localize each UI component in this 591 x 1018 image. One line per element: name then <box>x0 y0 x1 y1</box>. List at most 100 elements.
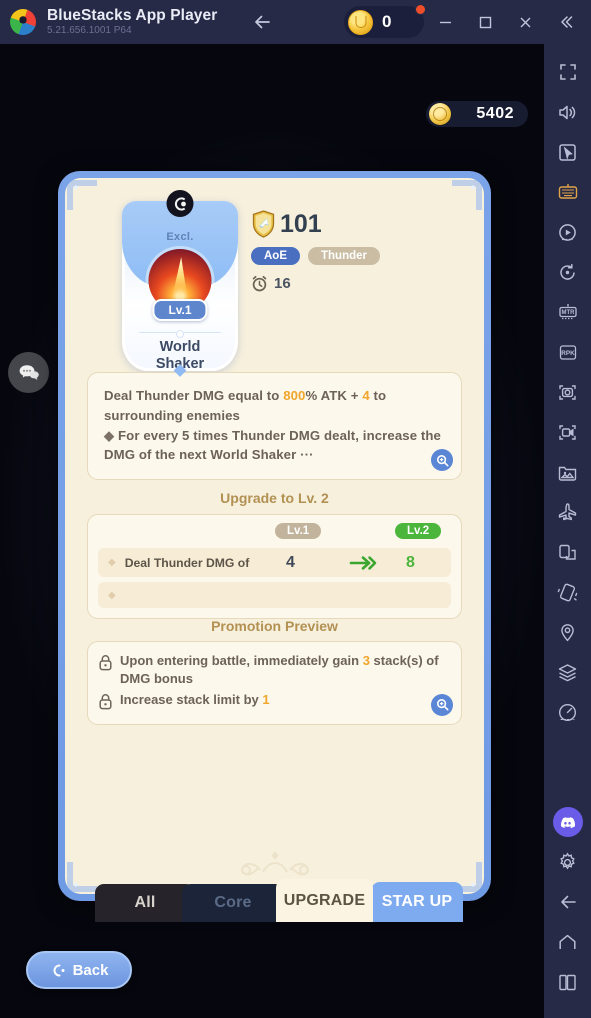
upgrade-panel: Lv.1 Lv.2 ◆ Deal Thunder DMG of 4 8 ◆ <box>87 514 462 619</box>
bullet-diamond-icon: ◆ <box>104 427 115 443</box>
skill-level-badge: Lv.1 <box>152 299 208 321</box>
android-back-icon[interactable] <box>548 882 588 922</box>
magnifier-icon <box>436 454 448 467</box>
volume-icon[interactable] <box>548 92 588 132</box>
row-bullet-icon: ◆ <box>108 589 116 601</box>
promotion-panel: Upon entering battle, immediately gain 3… <box>87 641 462 725</box>
game-viewport: 5402 Excl. Lv.1 World 101 AoE Thunder 16… <box>0 44 544 1018</box>
promo-highlight: 1 <box>262 691 270 707</box>
rpk-icon[interactable]: RPK <box>548 332 588 372</box>
gold-currency-pill[interactable]: 5402 <box>426 101 528 127</box>
app-version: 5.21.656.1001 P64 <box>47 24 132 36</box>
row-bullet-icon: ◆ <box>108 557 116 568</box>
lock-icon <box>99 655 112 671</box>
upgrade-column-headers: Lv.1 Lv.2 <box>98 523 451 543</box>
mtr-mode-icon[interactable]: MTR <box>548 292 588 332</box>
app-title: BlueStacks App Player <box>47 6 218 24</box>
close-button[interactable] <box>505 0 545 44</box>
skill-tag-aoe: AoE <box>251 247 300 265</box>
bluestacks-sidebar: MTR RPK <box>544 44 591 1018</box>
skill-detail-card: Excl. Lv.1 World Shaker <box>58 171 491 901</box>
card-corner-ornament-icon <box>452 180 482 210</box>
promotion-item: Upon entering battle, immediately gain 3… <box>98 652 449 689</box>
performance-icon[interactable] <box>548 692 588 732</box>
discord-icon <box>552 807 583 837</box>
skill-plaque[interactable]: Excl. Lv.1 World Shaker <box>122 190 238 377</box>
cooldown-row: 16 <box>251 275 380 292</box>
desc-highlight-atk: 800 <box>283 388 306 403</box>
svg-text:MTR: MTR <box>561 310 575 316</box>
multi-instance-icon[interactable] <box>548 532 588 572</box>
expand-promotion-button[interactable] <box>431 693 453 716</box>
skill-description-line-2: ◆ For every 5 times Thunder DMG dealt, i… <box>104 427 441 463</box>
rarity-mark-icon <box>166 190 194 217</box>
upgrade-row-to-value: 8 <box>406 553 415 571</box>
skill-tag-element: Thunder <box>308 247 380 265</box>
skill-tags: AoE Thunder <box>251 247 380 265</box>
bluestacks-logo-icon <box>10 9 36 35</box>
discord-button[interactable] <box>548 802 588 842</box>
airplane-icon[interactable] <box>548 492 588 532</box>
titlebar-points-pill[interactable]: 0 <box>344 4 426 38</box>
collapse-sidebar-button[interactable] <box>545 0 585 44</box>
promotion-item: Increase stack limit by 1 <box>98 691 449 710</box>
upgrade-row: ◆ Deal Thunder DMG of 4 8 <box>98 548 451 577</box>
shield-icon <box>252 210 275 238</box>
fullscreen-icon[interactable] <box>548 52 588 92</box>
tab-core[interactable]: Core <box>182 884 284 922</box>
upgrade-row-from-value: 4 <box>286 553 295 571</box>
gold-coin-icon <box>429 103 451 125</box>
exclusive-label: Excl. <box>166 231 194 243</box>
android-recents-icon[interactable] <box>548 962 588 1002</box>
back-button-label: Back <box>72 961 109 979</box>
back-button[interactable]: Back <box>26 951 132 989</box>
power-value: 101 <box>280 209 322 238</box>
plaque-divider <box>139 332 221 333</box>
promotion-section-title: Promotion Preview <box>211 618 338 634</box>
location-icon[interactable] <box>548 612 588 652</box>
card-corner-ornament-icon <box>67 180 97 210</box>
minimize-button[interactable] <box>425 0 465 44</box>
svg-text:RPK: RPK <box>561 350 575 357</box>
skill-description-panel: Deal Thunder DMG equal to 800% ATK + 4 t… <box>87 372 462 481</box>
back-chevron-icon <box>53 964 65 976</box>
chat-button[interactable] <box>8 352 49 393</box>
android-home-icon[interactable] <box>548 922 588 962</box>
keyboard-controls-icon[interactable] <box>548 172 588 212</box>
skill-name-line-1: World <box>159 339 201 355</box>
titlebar: BlueStacks App Player 5.21.656.1001 P64 … <box>0 0 591 44</box>
tab-upgrade[interactable]: UPGRADE <box>276 879 373 922</box>
settings-gear-icon[interactable] <box>548 842 588 882</box>
shake-device-icon[interactable] <box>548 572 588 612</box>
tab-star-up[interactable]: STAR UP <box>371 882 463 922</box>
titlebar-back-button[interactable] <box>250 9 278 35</box>
titlebar-text: BlueStacks App Player 5.21.656.1001 P64 <box>47 6 218 37</box>
media-gallery-icon[interactable] <box>548 452 588 492</box>
power-row: 101 <box>251 210 380 238</box>
titlebar-points-value: 0 <box>382 12 392 31</box>
lock-icon <box>99 694 112 710</box>
bottom-tab-bar: All Core UPGRADE STAR UP <box>0 879 544 922</box>
skill-card-inner: Excl. Lv.1 World Shaker <box>65 178 484 894</box>
layers-icon[interactable] <box>548 652 588 692</box>
expand-description-button[interactable] <box>431 449 453 472</box>
maximize-button[interactable] <box>465 0 505 44</box>
screenshot-icon[interactable] <box>548 372 588 412</box>
promotion-item-text: Increase stack limit by 1 <box>120 691 270 707</box>
tab-all[interactable]: All <box>95 884 195 922</box>
cooldown-value: 16 <box>274 275 291 292</box>
promotion-item-text: Upon entering battle, immediately gain 3… <box>120 653 439 687</box>
macro-play-icon[interactable] <box>548 212 588 252</box>
rotate-icon[interactable] <box>548 252 588 292</box>
magnifier-icon <box>436 699 448 711</box>
skill-info-column: 101 AoE Thunder 16 <box>251 210 380 292</box>
record-video-icon[interactable] <box>548 412 588 452</box>
chat-bubbles-icon <box>19 364 39 380</box>
cooldown-icon <box>252 275 267 292</box>
gold-currency-value: 5402 <box>476 105 514 122</box>
upgrade-col-to: Lv.2 <box>395 523 442 539</box>
window-controls <box>425 0 585 44</box>
cursor-pointer-icon[interactable] <box>548 132 588 172</box>
bluestacks-coin-icon <box>348 9 373 35</box>
skill-description-line-1: Deal Thunder DMG equal to 800% ATK + 4 t… <box>104 388 387 423</box>
